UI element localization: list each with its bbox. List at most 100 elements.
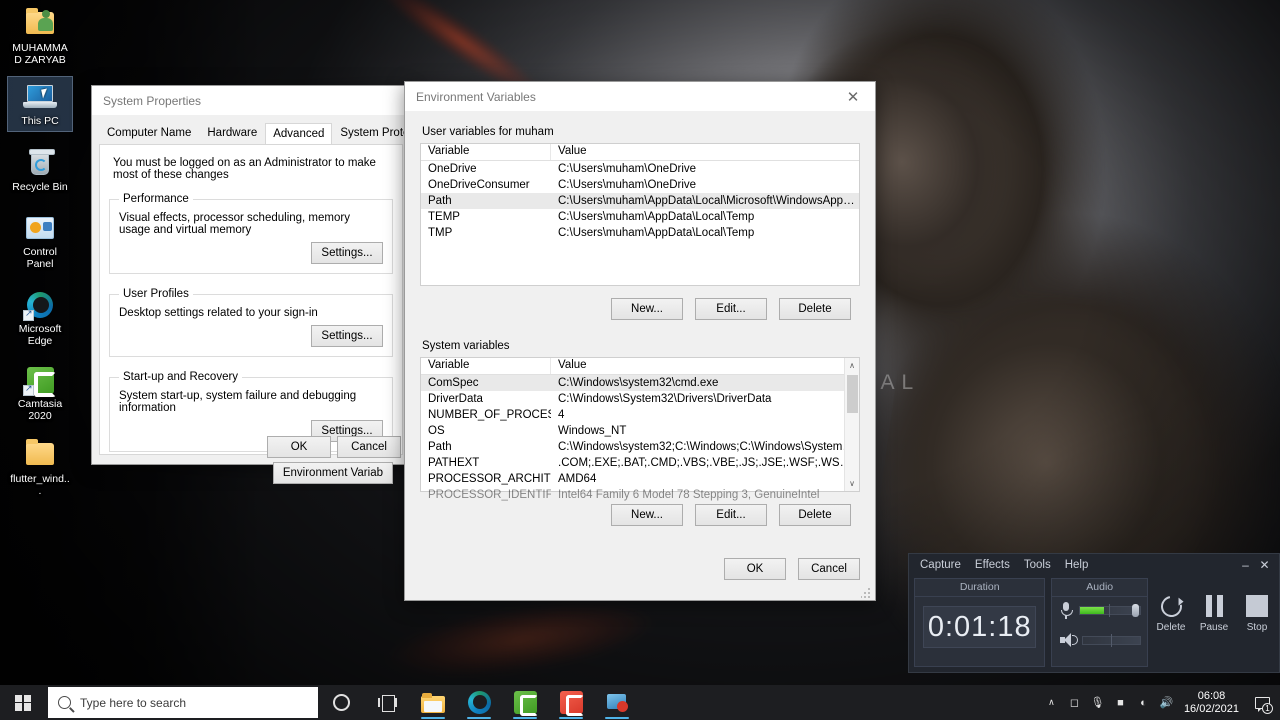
taskbar-microsoft-edge[interactable] [456,685,502,720]
performance-settings-button[interactable]: Settings... [311,242,383,264]
close-icon[interactable]: ✕ [831,82,875,112]
microphone-icon[interactable]: 🎙 [1086,685,1109,720]
desktop-icon-flutter-windows[interactable]: flutter_wind... [8,435,72,500]
scrollbar-thumb[interactable] [847,375,858,413]
battery-icon[interactable]: ■ [1109,685,1132,720]
cell-variable: Path [428,441,452,453]
search-input[interactable]: Type here to search [48,687,318,718]
table-row[interactable]: PROCESSOR_ARCHITECTU... AMD64 [421,471,859,487]
cell-value: C:\Users\muham\AppData\Local\Temp [558,227,755,239]
system-properties-window: System Properties Computer Name Hardware… [91,85,498,484]
desktop-icon-user-folder[interactable]: MUHAMMAD ZARYAB [8,4,72,69]
audio-label: Audio [1052,579,1147,597]
menu-effects[interactable]: Effects [968,557,1017,573]
menu-help[interactable]: Help [1058,557,1096,573]
system-edit-button[interactable]: Edit... [695,504,767,526]
table-row[interactable]: OneDrive C:\Users\muham\OneDrive [421,161,859,177]
table-row[interactable]: TEMP C:\Users\muham\AppData\Local\Temp [421,209,859,225]
microphone-level-slider[interactable] [1079,604,1141,617]
tab-advanced[interactable]: Advanced [265,123,333,145]
network-icon[interactable]: ◐ [1132,685,1155,720]
tab-hardware[interactable]: Hardware [199,122,266,144]
table-row[interactable]: PROCESSOR_IDENTIFIER Intel64 Family 6 Mo… [421,487,859,503]
stop-button[interactable]: Stop [1240,591,1274,633]
notification-center-button[interactable]: 1 [1248,685,1276,720]
user-profiles-settings-button[interactable]: Settings... [311,325,383,347]
resize-grip-icon[interactable] [861,587,872,598]
cell-variable: PROCESSOR_ARCHITECTU... [428,473,551,485]
action-label: Stop [1246,622,1268,633]
desktop-icon-recycle-bin[interactable]: Recycle Bin [8,143,72,197]
start-button[interactable] [0,685,46,720]
user-edit-button[interactable]: Edit... [695,298,767,320]
environment-variables-body: User variables for muham Variable Value … [405,112,875,526]
action-label: Delete [1156,622,1186,633]
microphone-row [1052,597,1147,619]
speaker-icon[interactable] [1060,633,1079,647]
scroll-up-icon[interactable]: ∧ [845,358,859,373]
desktop-icon-microsoft-edge[interactable]: Microsoft Edge [8,285,72,350]
pause-button[interactable]: Pause [1197,591,1231,633]
system-properties-cancel-button[interactable]: Cancel [337,436,401,458]
tab-computer-name[interactable]: Computer Name [99,122,200,144]
taskbar-camtasia-studio[interactable] [502,685,548,720]
close-icon[interactable]: ✕ [1256,558,1273,572]
table-row[interactable]: OS Windows_NT [421,423,859,439]
table-row-selected[interactable]: Path C:\Users\muham\AppData\Local\Micros… [421,193,859,209]
cell-variable: OS [428,425,445,437]
table-header: Variable Value [421,144,859,161]
system-new-button[interactable]: New... [611,504,683,526]
speaker-level-slider[interactable] [1082,633,1141,647]
system-properties-ok-button[interactable]: OK [267,436,331,458]
system-variables-table[interactable]: Variable Value ComSpec C:\Windows\system… [420,357,860,501]
volume-icon[interactable]: 🔊 [1155,685,1178,720]
system-delete-button[interactable]: Delete [779,504,851,526]
table-row[interactable]: TMP C:\Users\muham\AppData\Local\Temp [421,225,859,241]
microphone-icon[interactable] [1060,602,1074,619]
recorder-actions: Delete Pause Stop [1154,578,1274,633]
desktop-icon-camtasia[interactable]: Camtasia 2020 [8,360,72,425]
desktop-icon-label: Control Panel [23,246,57,270]
cell-variable: DriverData [428,393,483,405]
environment-variables-ok-button[interactable]: OK [724,558,786,580]
user-variables-table[interactable]: Variable Value OneDrive C:\Users\muham\O… [420,143,860,286]
cell-variable: Path [428,195,452,207]
taskbar-file-explorer[interactable] [410,685,456,720]
table-row[interactable]: PATHEXT .COM;.EXE;.BAT;.CMD;.VBS;.VBE;.J… [421,455,859,471]
user-new-button[interactable]: New... [611,298,683,320]
user-delete-button[interactable]: Delete [779,298,851,320]
cell-value: 4 [558,409,565,421]
recorder-menubar: Capture Effects Tools Help – ✕ [909,554,1279,575]
group-description: Visual effects, processor scheduling, me… [119,212,350,236]
delete-button[interactable]: Delete [1154,591,1188,633]
environment-variables-button[interactable]: Environment Variab [272,462,393,484]
table-row[interactable]: Path C:\Windows\system32;C:\Windows;C:\W… [421,439,859,455]
scroll-down-icon[interactable]: ∨ [845,476,859,491]
menu-capture[interactable]: Capture [913,557,968,573]
task-view-button[interactable] [364,685,410,720]
menu-tools[interactable]: Tools [1017,557,1058,573]
taskbar-camtasia-recorder[interactable] [548,685,594,720]
table-row[interactable]: DriverData C:\Windows\System32\Drivers\D… [421,391,859,407]
environment-variables-titlebar: Environment Variables ✕ [405,82,875,112]
administrator-note: You must be logged on as an Administrato… [113,157,376,181]
camera-icon[interactable]: ◻ [1063,685,1086,720]
minimize-icon[interactable]: – [1237,558,1254,572]
system-variables-scrollbar[interactable]: ∧ ∨ [844,358,859,491]
environment-variables-window: Environment Variables ✕ User variables f… [404,81,876,601]
table-row[interactable]: NUMBER_OF_PROCESSORS 4 [421,407,859,423]
table-row[interactable]: OneDriveConsumer C:\Users\muham\OneDrive [421,177,859,193]
cortana-button[interactable] [318,685,364,720]
clock[interactable]: 06:08 16/02/2021 [1178,690,1248,716]
table-row-selected[interactable]: ComSpec C:\Windows\system32\cmd.exe [421,375,859,391]
desktop-icon-control-panel[interactable]: Control Panel [8,208,72,273]
desktop-icon-label: This PC [21,115,59,127]
taskbar-screen-recorder[interactable] [594,685,640,720]
search-placeholder: Type here to search [80,695,187,710]
desktop-icon-this-pc[interactable]: This PC [7,76,73,132]
group-description: System start-up, system failure and debu… [119,390,357,414]
show-hidden-icons-chevron-icon[interactable]: ∧ [1040,685,1063,720]
environment-variables-cancel-button[interactable]: Cancel [798,558,860,580]
desktop-icon-label: flutter_wind... [10,473,70,497]
speaker-row [1052,619,1147,647]
